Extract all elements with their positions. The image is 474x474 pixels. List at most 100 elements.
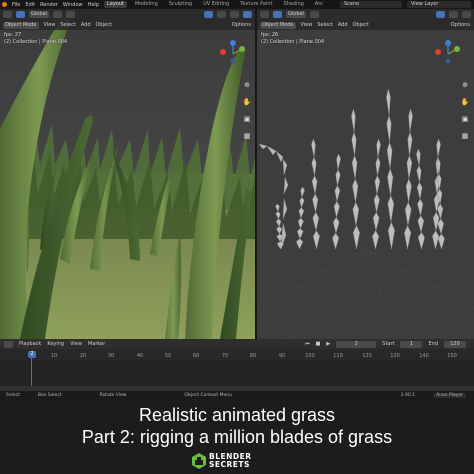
select-tool-icon[interactable] <box>273 11 282 18</box>
menu-view[interactable]: View <box>70 341 82 347</box>
menu-keying[interactable]: Keying <box>47 341 64 347</box>
menu-edit[interactable]: Edit <box>25 2 35 8</box>
menu-select[interactable]: Select <box>317 22 332 28</box>
editor-type-icon[interactable] <box>260 11 269 18</box>
menu-help[interactable]: Help <box>88 2 99 8</box>
frame-tick: 70 <box>221 353 229 359</box>
current-frame-field[interactable]: 2 <box>336 340 377 348</box>
overlay-icon[interactable] <box>204 11 213 18</box>
shading-rendered-icon[interactable] <box>462 11 471 18</box>
xray-icon[interactable] <box>217 11 226 18</box>
menu-add[interactable]: Add <box>338 22 348 28</box>
menu-view[interactable]: View <box>44 22 56 28</box>
playhead[interactable]: 2 <box>28 351 36 358</box>
timeline-header: Playback Keying View Marker ⏮ ■ ▶ 2 Star… <box>0 339 474 349</box>
zoom-icon[interactable]: ⊕ <box>243 81 252 90</box>
left-viewport-subheader: Object Mode View Select Add Object Optio… <box>0 20 255 30</box>
tab-layout[interactable]: Layout <box>104 1 127 8</box>
shading-rendered-icon[interactable] <box>243 11 252 18</box>
object-mode-dropdown[interactable]: Object Mode <box>260 21 296 29</box>
menu-render[interactable]: Render <box>40 2 58 8</box>
frame-tick: 120 <box>362 353 372 359</box>
caption-subtitle: Part 2: rigging a million blades of gras… <box>81 427 393 447</box>
grass-render <box>0 9 255 339</box>
menu-playback[interactable]: Playback <box>19 341 41 347</box>
snap-icon[interactable] <box>52 11 62 18</box>
left-viewport[interactable]: Global Object Mode View Select Add Objec… <box>0 9 255 339</box>
menu-marker[interactable]: Marker <box>88 341 105 347</box>
play-icon[interactable]: ▶ <box>326 341 330 347</box>
viewport-nav-controls: ⊕ ✋ ▣ ▦ <box>461 81 470 141</box>
options-dropdown[interactable]: Options <box>232 22 251 28</box>
frame-tick: 100 <box>305 353 315 359</box>
playhead-line <box>31 358 32 386</box>
transform-orientation-dropdown[interactable]: Global <box>286 11 306 18</box>
pan-icon[interactable]: ✋ <box>461 98 470 107</box>
status-rotate-view: Rotate View <box>99 393 127 398</box>
end-frame-field[interactable]: 120 <box>444 340 466 348</box>
editor-type-icon[interactable] <box>3 11 12 18</box>
menu-object[interactable]: Object <box>96 22 112 28</box>
tab-sculpting[interactable]: Sculpting <box>166 1 195 8</box>
select-tool-icon[interactable] <box>16 11 25 18</box>
status-version: 2.90.1 <box>400 393 416 398</box>
frame-tick: 10 <box>50 353 58 359</box>
grid-icon[interactable]: ▦ <box>243 132 252 141</box>
menu-window[interactable]: Window <box>63 2 83 8</box>
status-box-select: Box Select <box>37 393 62 398</box>
tab-uv-editing[interactable]: UV Editing <box>200 1 232 8</box>
transform-orientation-dropdown[interactable]: Global <box>29 11 49 18</box>
timeline-track-area[interactable] <box>0 360 474 386</box>
blender-secrets-logo-icon <box>192 453 206 469</box>
zoom-icon[interactable]: ⊕ <box>461 81 470 90</box>
options-dropdown[interactable]: Options <box>451 22 470 28</box>
fps-readout: fps: 27 <box>4 32 22 38</box>
object-mode-dropdown[interactable]: Object Mode <box>3 21 39 29</box>
frame-tick: 140 <box>419 353 429 359</box>
timeline-editor-icon[interactable] <box>4 340 13 348</box>
collection-label: (2) Collection | Plane.004 <box>261 39 325 45</box>
tab-shading[interactable]: Shading <box>280 1 306 8</box>
tab-animation[interactable]: Ani <box>312 1 326 8</box>
overlay-icon[interactable] <box>436 11 445 18</box>
status-bar: Select Box Select Rotate View Object Con… <box>0 391 474 400</box>
proportional-edit-icon[interactable] <box>65 11 75 18</box>
menu-file[interactable]: File <box>12 2 20 8</box>
menu-view[interactable]: View <box>301 22 313 28</box>
frame-tick: 90 <box>278 353 286 359</box>
camera-icon[interactable]: ▣ <box>243 115 252 124</box>
viewport-nav-controls: ⊕ ✋ ▣ ▦ <box>243 81 252 141</box>
navigation-gizmo-icon[interactable] <box>218 39 248 69</box>
tab-modeling[interactable]: Modeling <box>132 1 161 8</box>
blender-logo-icon[interactable] <box>2 2 7 7</box>
menu-object[interactable]: Object <box>353 22 369 28</box>
frame-tick: 50 <box>164 353 172 359</box>
right-viewport[interactable]: Global Object Mode View Select Add Objec… <box>257 9 474 339</box>
frame-tick: 130 <box>390 353 400 359</box>
shading-solid-icon[interactable] <box>230 11 239 18</box>
pan-icon[interactable]: ✋ <box>243 98 252 107</box>
grid-icon[interactable]: ▦ <box>461 132 470 141</box>
status-context-menu: Object Context Menu <box>184 393 232 398</box>
snap-icon[interactable] <box>309 11 319 18</box>
scene-selector[interactable]: Scene <box>340 1 402 8</box>
timeline[interactable]: Playback Keying View Marker ⏮ ■ ▶ 2 Star… <box>0 339 474 386</box>
start-frame-field[interactable]: 1 <box>400 340 423 348</box>
right-viewport-subheader: Object Mode View Select Add Object Optio… <box>257 20 474 30</box>
camera-icon[interactable]: ▣ <box>461 115 470 124</box>
status-select: Select <box>6 393 20 398</box>
end-label: End <box>428 341 438 347</box>
frame-tick: 20 <box>79 353 87 359</box>
stop-icon[interactable]: ■ <box>316 341 321 347</box>
rewind-icon[interactable]: ⏮ <box>305 341 310 347</box>
view-layer-selector[interactable]: View Layer <box>407 1 471 8</box>
tab-texture-paint[interactable]: Texture Paint <box>237 1 275 8</box>
collection-label: (2) Collection | Plane.004 <box>4 39 68 45</box>
frame-tick: 30 <box>107 353 115 359</box>
brand-line2: SECRETS <box>209 460 250 469</box>
menu-add[interactable]: Add <box>81 22 91 28</box>
navigation-gizmo-icon[interactable] <box>433 39 463 69</box>
menu-select[interactable]: Select <box>60 22 75 28</box>
start-label: Start <box>382 341 395 347</box>
shading-solid-icon[interactable] <box>449 11 458 18</box>
